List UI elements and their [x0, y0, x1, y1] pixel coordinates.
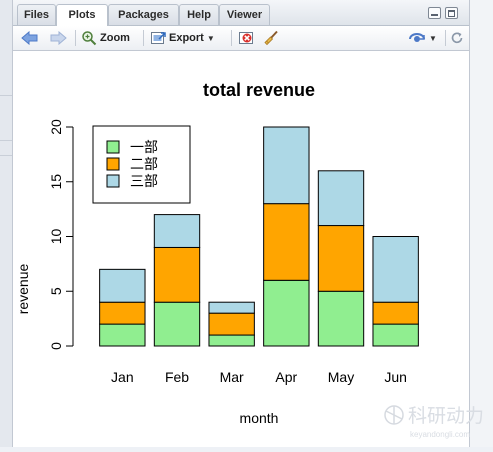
x-tick-label: May — [328, 369, 354, 385]
tab-packages[interactable]: Packages — [108, 4, 179, 25]
back-arrow-icon — [21, 31, 38, 45]
remove-plot-button[interactable] — [238, 28, 256, 48]
bar-segment — [208, 334, 255, 347]
bar-segment — [317, 290, 365, 347]
zoom-label: Zoom — [100, 32, 130, 44]
export-icon — [151, 32, 166, 44]
toolbar-separator — [75, 30, 76, 46]
bar-segment — [208, 301, 255, 314]
plots-toolbar: Zoom Export ▼ ▼ — [13, 26, 469, 51]
bar-segment — [372, 236, 419, 303]
bar-segment — [208, 312, 255, 336]
y-axis-label: revenue — [15, 263, 31, 314]
refresh-icon — [451, 32, 463, 44]
watermark-subtext: keyandongli.com — [410, 430, 470, 439]
watermark-text: 科研动力 — [408, 405, 484, 427]
y-tick-label: 15 — [48, 174, 64, 190]
x-tick-labels: Jan Feb Mar Apr May Jun — [111, 369, 407, 385]
bar-segment — [317, 225, 365, 292]
x-tick-label: Jan — [111, 369, 134, 385]
forward-button[interactable] — [49, 28, 67, 48]
plots-pane: Files Plots Packages Help Viewer Zoom Ex… — [12, 0, 470, 447]
plot-viewer: total revenue revenue month 0 5 10 15 20 Jan… — [13, 51, 469, 447]
right-window-edge — [470, 0, 493, 447]
bar-segment — [153, 246, 201, 303]
legend-label: 三部 — [130, 173, 158, 189]
left-pane-edge — [0, 0, 12, 447]
zoom-button[interactable]: Zoom — [81, 28, 130, 48]
bar-segment — [99, 301, 146, 325]
publish-button[interactable]: ▼ — [408, 28, 437, 48]
refresh-button[interactable] — [450, 28, 464, 48]
x-tick-label: Mar — [220, 369, 244, 385]
export-label: Export — [169, 32, 204, 44]
export-button[interactable]: Export ▼ — [150, 28, 215, 48]
bar-segment — [99, 268, 146, 303]
back-button[interactable] — [21, 28, 39, 48]
tab-plots[interactable]: Plots — [56, 4, 108, 26]
legend-swatch — [106, 140, 120, 154]
toolbar-separator — [445, 30, 446, 46]
x-axis-label: month — [240, 410, 279, 426]
bar-segment — [153, 301, 201, 347]
x-tick-label: Feb — [165, 369, 189, 385]
bar-segment — [372, 301, 419, 325]
maximize-pane-button[interactable] — [445, 7, 458, 19]
bar-segment — [372, 323, 419, 347]
x-tick-label: Apr — [275, 369, 297, 385]
watermark: 科研动力 keyandongli.com — [380, 395, 488, 443]
x-tick-label: Jun — [384, 369, 407, 385]
zoom-icon — [82, 31, 97, 46]
remove-plot-icon — [239, 32, 253, 44]
forward-arrow-icon — [50, 31, 67, 45]
y-axis: 0 5 10 15 20 — [48, 119, 74, 350]
chart-title: total revenue — [203, 80, 315, 100]
y-tick-label: 10 — [48, 229, 64, 245]
legend: 一部二部三部 — [92, 125, 191, 204]
tab-help[interactable]: Help — [179, 4, 219, 25]
tab-viewer[interactable]: Viewer — [219, 4, 270, 25]
bar-segment — [263, 279, 310, 347]
legend-swatch — [106, 157, 120, 171]
broom-icon — [264, 30, 278, 46]
bar-segment — [153, 214, 201, 248]
bar-segment — [317, 170, 365, 227]
bar-segment — [263, 203, 310, 281]
chevron-down-icon: ▼ — [429, 33, 437, 43]
y-tick-label: 5 — [48, 287, 64, 295]
bar-segment — [263, 126, 310, 205]
chevron-down-icon: ▼ — [206, 33, 215, 43]
legend-label: 一部 — [130, 139, 158, 155]
y-tick-label: 20 — [48, 119, 64, 135]
clear-all-plots-button[interactable] — [263, 28, 279, 48]
minimize-pane-button[interactable] — [428, 7, 441, 19]
y-tick-label: 0 — [48, 342, 64, 350]
bar-segment — [99, 323, 146, 347]
tab-files[interactable]: Files — [17, 4, 56, 25]
legend-label: 二部 — [130, 156, 158, 172]
stacked-bar-chart: total revenue revenue month 0 5 10 15 20 Jan… — [15, 80, 419, 426]
toolbar-separator — [143, 30, 144, 46]
toolbar-separator — [231, 30, 232, 46]
legend-swatch — [106, 174, 120, 188]
pane-tab-bar: Files Plots Packages Help Viewer — [13, 0, 469, 26]
watermark-logo-icon — [384, 405, 404, 425]
publish-icon — [409, 33, 425, 42]
